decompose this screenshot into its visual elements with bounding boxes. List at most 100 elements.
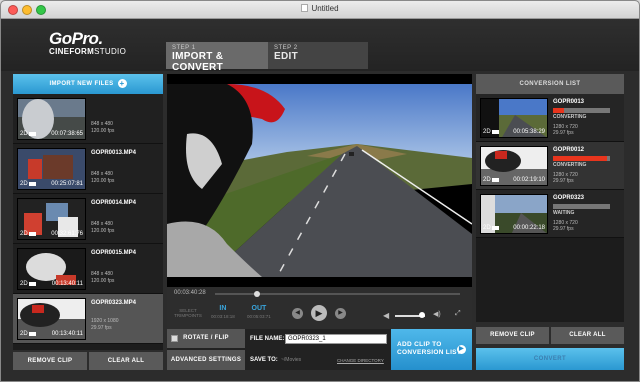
clip-resolution: 848 x 480 bbox=[91, 171, 113, 177]
scrubber-handle[interactable] bbox=[254, 291, 261, 297]
clip-duration: 00:05:38:29 bbox=[513, 129, 545, 135]
2d-badge: 2D bbox=[20, 181, 28, 187]
clip-name: GOPR0014.MP4 bbox=[91, 200, 137, 206]
clip-thumbnail: 2D 00:13:40:11 bbox=[17, 248, 86, 290]
logo-sub-bold: CINEFORM bbox=[49, 47, 95, 56]
clear-conversion-list-button[interactable]: CLEAR ALL bbox=[551, 327, 624, 344]
conversion-item[interactable]: 2D 00:05:38:29 GOPR0013 CONVERTING 1280 … bbox=[476, 94, 624, 142]
camera-icon bbox=[492, 226, 499, 230]
conversion-item[interactable]: 2D 00:00:22:18 GOPR0323 WAITING 1280 x 7… bbox=[476, 190, 624, 238]
clip-thumbnail: 2D 00:32:61:76 bbox=[17, 198, 86, 240]
rotate-flip-checkbox[interactable] bbox=[171, 335, 178, 342]
2d-badge: 2D bbox=[483, 129, 491, 135]
remove-conversion-clip-button[interactable]: REMOVE CLIP bbox=[476, 327, 549, 344]
app-window: Untitled GoPro. CINEFORMSTUDIO STEP 1 IM… bbox=[0, 0, 640, 382]
clip-item[interactable]: 2D 00:13:40:11 GOPR0323.MP4 1920 x 1080 2… bbox=[13, 294, 163, 344]
select-trimpoints-label: SELECT TRIMPOINTS bbox=[174, 308, 202, 318]
video-preview[interactable] bbox=[167, 74, 472, 287]
clip-duration: 00:00:22:18 bbox=[513, 225, 545, 231]
app-body: GoPro. CINEFORMSTUDIO STEP 1 IMPORT & CO… bbox=[1, 19, 639, 381]
clip-item[interactable]: 2D 00:32:61:76 GOPR0014.MP4 848 x 480 120… bbox=[13, 194, 163, 244]
volume-knob[interactable] bbox=[419, 312, 425, 318]
camera-icon bbox=[29, 332, 36, 336]
camera-icon bbox=[29, 182, 36, 186]
clip-name: GOPR0323.MP4 bbox=[91, 300, 137, 306]
clip-name: GOPR0013.MP4 bbox=[91, 150, 137, 156]
conversion-status: WAITING bbox=[553, 210, 575, 216]
clip-duration: 00:13:40:11 bbox=[51, 281, 83, 287]
clip-fps: 120.00 fps bbox=[91, 278, 115, 284]
clip-options-bar: ROTATE / FLIP ADVANCED SETTINGS FILE NAM… bbox=[167, 329, 472, 370]
file-name-label: FILE NAME: bbox=[250, 336, 285, 342]
current-timecode: 00:03:40:28 bbox=[174, 290, 206, 296]
clip-thumbnail: 2D 00:05:38:29 bbox=[480, 98, 548, 138]
convert-button[interactable]: CONVERT bbox=[476, 348, 624, 370]
clip-item[interactable]: 2D 00:07:38:65 848 x 480 120.00 fps bbox=[13, 94, 163, 144]
out-label: OUT bbox=[251, 305, 267, 312]
arrow-right-icon: ▶ bbox=[457, 345, 466, 354]
clip-meta: 848 x 480 120.00 fps bbox=[91, 171, 114, 185]
conversion-item[interactable]: 2D 00:02:19:10 GOPR0012 CONVERTING 1280 … bbox=[476, 142, 624, 190]
clip-resolution: 1920 x 1080 bbox=[91, 318, 119, 324]
conversion-meta: 1280 x 720 29.97 fps bbox=[553, 220, 578, 232]
clip-fps: 29.97 fps bbox=[553, 178, 574, 184]
playback-controls: 00:03:40:28 SELECT TRIMPOINTS IN 00:03:1… bbox=[167, 287, 472, 329]
clip-fps: 29.97 fps bbox=[91, 325, 112, 331]
next-frame-button[interactable]: ▶ bbox=[335, 308, 346, 319]
camera-icon bbox=[492, 178, 499, 182]
clip-duration: 00:32:61:76 bbox=[51, 231, 83, 237]
remove-clip-button[interactable]: REMOVE CLIP bbox=[13, 352, 87, 370]
advanced-settings-button[interactable]: ADVANCED SETTINGS bbox=[167, 350, 245, 370]
conversion-list-panel: CONVERSION LIST 2D 00:05:38:29 GOPR0013 … bbox=[476, 74, 624, 322]
clear-all-button[interactable]: CLEAR ALL bbox=[89, 352, 163, 370]
clip-meta: 848 x 480 120.00 fps bbox=[91, 221, 114, 235]
clip-resolution: 848 x 480 bbox=[91, 271, 113, 277]
speaker-icon: ◀ bbox=[383, 311, 390, 320]
clip-thumbnail: 2D 00:13:40:11 bbox=[17, 298, 86, 340]
clip-fps: 120.00 fps bbox=[91, 178, 115, 184]
conversion-meta: 1280 x 720 29.97 fps bbox=[553, 172, 578, 184]
conversion-status: CONVERTING bbox=[553, 114, 587, 120]
rotate-flip-toggle[interactable]: ROTATE / FLIP bbox=[167, 329, 245, 348]
app-header: GoPro. CINEFORMSTUDIO STEP 1 IMPORT & CO… bbox=[1, 19, 639, 73]
add-to-conversion-list-button[interactable]: ADD CLIP TO CONVERSION LIST ▶ bbox=[391, 329, 472, 370]
file-name-input[interactable]: GOPR0323_1 bbox=[285, 334, 387, 344]
clip-meta: 848 x 480 120.00 fps bbox=[91, 121, 114, 135]
logo-sub-light: STUDIO bbox=[94, 47, 127, 56]
skip-back-icon: ◀ bbox=[295, 310, 300, 316]
skip-forward-icon: ▶ bbox=[338, 310, 343, 316]
2d-badge: 2D bbox=[483, 225, 491, 231]
import-panel: IMPORT NEW FILES + 2D 00:07:38:65 848 x 4… bbox=[13, 74, 163, 350]
clip-resolution: 848 x 480 bbox=[91, 121, 113, 127]
conversion-status: CONVERTING bbox=[553, 162, 587, 168]
clip-fps: 120.00 fps bbox=[91, 128, 115, 134]
step-label: IMPORT & CONVERT bbox=[172, 51, 224, 73]
plus-circle-icon: + bbox=[117, 78, 127, 88]
conversion-list-header: CONVERSION LIST bbox=[476, 74, 624, 94]
previous-frame-button[interactable]: ◀ bbox=[292, 308, 303, 319]
tab-edit[interactable]: STEP 2 EDIT bbox=[268, 42, 368, 69]
rotate-flip-label: ROTATE / FLIP bbox=[183, 335, 229, 341]
title-bar: Untitled bbox=[1, 1, 639, 19]
import-panel-actions: REMOVE CLIP CLEAR ALL bbox=[13, 352, 163, 370]
scrubber-bar[interactable] bbox=[215, 291, 460, 297]
camera-icon bbox=[29, 282, 36, 286]
window-title-wrap: Untitled bbox=[1, 4, 639, 13]
play-button[interactable]: ▶ bbox=[311, 305, 327, 321]
clip-item[interactable]: 2D 00:25:07:81 GOPR0013.MP4 848 x 480 120… bbox=[13, 144, 163, 194]
window-title: Untitled bbox=[311, 4, 339, 13]
tab-import-convert[interactable]: STEP 1 IMPORT & CONVERT bbox=[166, 42, 268, 73]
save-to-path: ~/Movies bbox=[281, 357, 302, 363]
logo-main: GoPro. bbox=[49, 29, 103, 48]
clip-item[interactable]: 2D 00:13:40:11 GOPR0015.MP4 848 x 480 120… bbox=[13, 244, 163, 294]
in-point-button[interactable]: IN 00:03:18:18 bbox=[211, 305, 235, 319]
fullscreen-icon[interactable]: ⤢ bbox=[455, 310, 461, 318]
change-directory-link[interactable]: CHANGE DIRECTORY bbox=[337, 358, 384, 363]
2d-badge: 2D bbox=[20, 231, 28, 237]
import-new-files-button[interactable]: IMPORT NEW FILES + bbox=[13, 74, 163, 94]
play-icon: ▶ bbox=[315, 308, 323, 318]
out-point-button[interactable]: OUT 00:05:03:71 bbox=[247, 305, 271, 319]
clip-thumbnail: 2D 00:07:38:65 bbox=[17, 98, 86, 140]
clip-meta: 848 x 480 120.00 fps bbox=[91, 271, 114, 285]
conversion-progress-bar bbox=[553, 156, 610, 161]
